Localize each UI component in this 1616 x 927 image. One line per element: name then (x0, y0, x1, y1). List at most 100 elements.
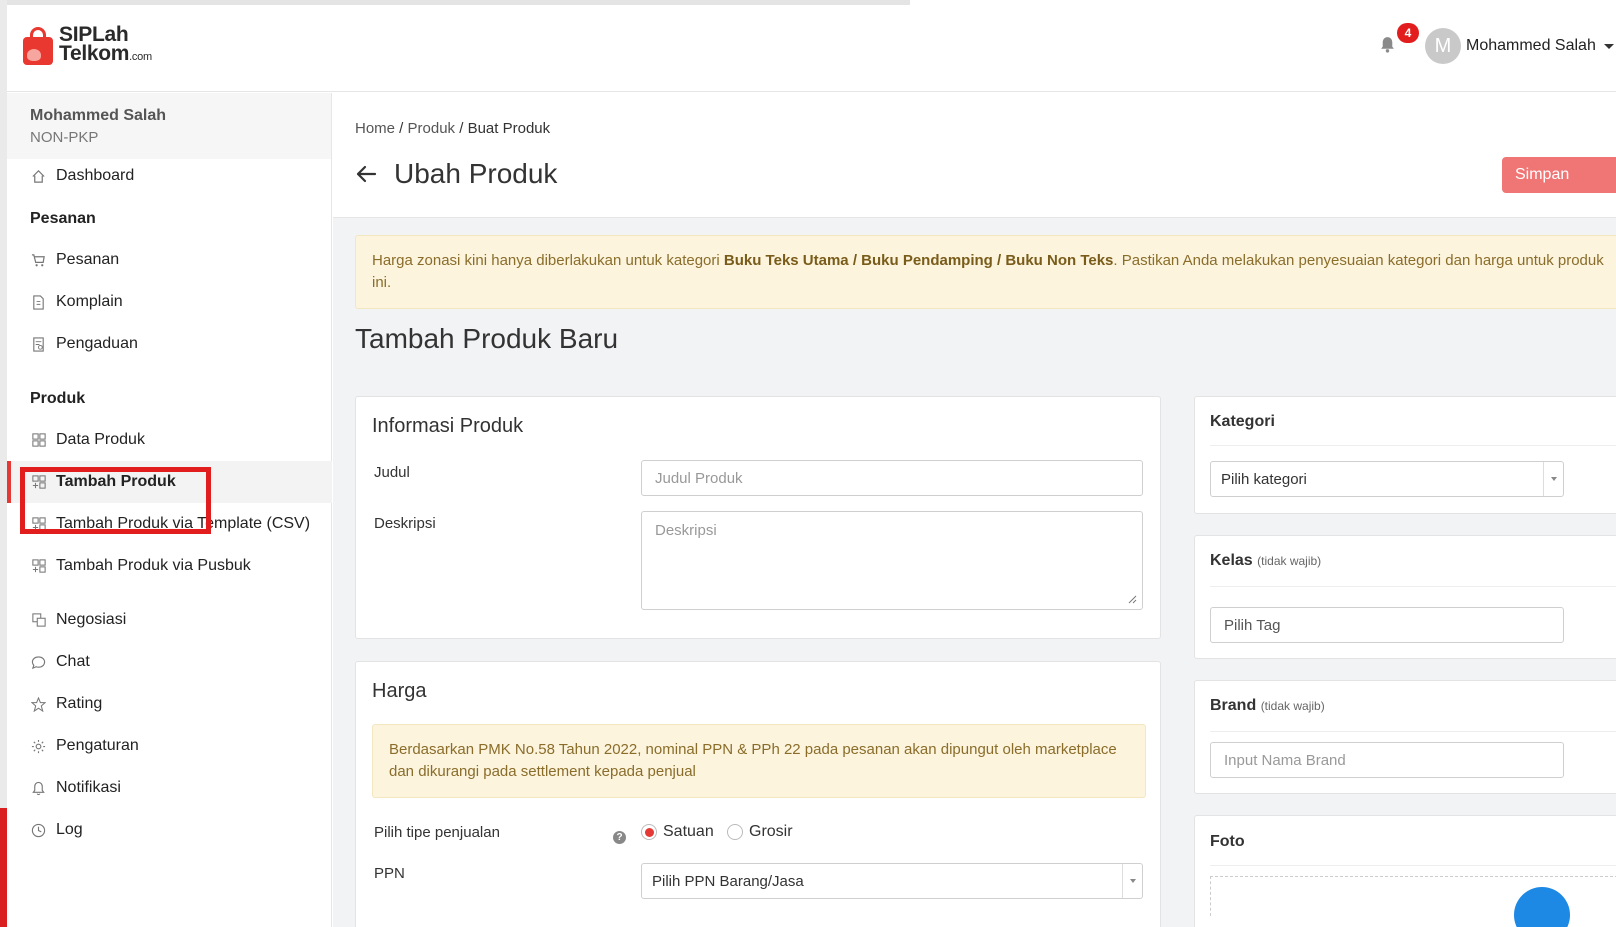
kategori-card: Kategori Pilih kategori (1194, 396, 1616, 514)
avatar[interactable]: M (1425, 28, 1461, 64)
sidebar-item-komplain[interactable]: Komplain (7, 281, 332, 323)
sidebar-item-rating[interactable]: Rating (7, 683, 332, 725)
sidebar-item-label: Chat (56, 653, 90, 670)
page-header: Home / Produk / Buat Produk Ubah Produk … (333, 93, 1616, 218)
sidebar-item-notifikasi[interactable]: Notifikasi (7, 767, 332, 809)
kategori-title: Kategori (1210, 413, 1275, 430)
sidebar-item-label: Dashboard (56, 167, 135, 184)
sidebar-user-name: Mohammed Salah (30, 107, 167, 124)
radio-label: Satuan (663, 823, 714, 840)
logo-text: SIPLah Telkom.com (59, 23, 152, 65)
clock-icon (30, 822, 47, 839)
kategori-select[interactable]: Pilih kategori (1210, 461, 1564, 497)
ppn-select-value: Pilih PPN Barang/Jasa (652, 872, 804, 890)
deskripsi-placeholder: Deskripsi (655, 522, 717, 539)
breadcrumb-current: Buat Produk (467, 120, 551, 137)
sidebar-section-pesanan: Pesanan (30, 210, 96, 227)
breadcrumb-separator: / (455, 120, 468, 137)
sidebar-item-label: Log (56, 821, 83, 838)
judul-input[interactable]: Judul Produk (641, 460, 1143, 496)
radio-dot-selected (641, 824, 657, 840)
chevron-down-icon (1543, 462, 1563, 496)
sidebar-item-label: Data Produk (56, 431, 145, 448)
shopping-bag-logo-icon (21, 25, 55, 67)
sidebar-item-label: Pengaturan (56, 737, 139, 754)
brand-title: Brand (tidak wajib) (1210, 697, 1325, 714)
brand-card: Brand (tidak wajib) Input Nama Brand (1194, 680, 1616, 794)
ppn-label: PPN (374, 865, 405, 882)
breadcrumb-produk-link[interactable]: Produk (408, 120, 456, 137)
sidebar-item-dashboard[interactable]: Dashboard (7, 155, 332, 197)
help-icon[interactable]: ? (613, 831, 626, 844)
divider (1210, 445, 1616, 446)
breadcrumb-home-link[interactable]: Home (355, 120, 395, 137)
sidebar-item-label: Pengaduan (56, 335, 138, 352)
sidebar-item-pengaturan[interactable]: Pengaturan (7, 725, 332, 767)
copy-icon (30, 612, 47, 629)
optional-note: (tidak wajib) (1257, 554, 1322, 568)
bell-icon (1381, 37, 1394, 53)
radio-satuan[interactable]: Satuan (641, 823, 714, 841)
kelas-card: Kelas (tidak wajib) Pilih Tag (1194, 535, 1616, 659)
alert-bold-text: Buku Teks Utama / Buku Pendamping / Buku… (723, 252, 1114, 269)
report-icon (30, 336, 47, 353)
ppn-select[interactable]: Pilih PPN Barang/Jasa (641, 863, 1143, 899)
sidebar-item-pengaduan[interactable]: Pengaduan (7, 323, 332, 365)
deskripsi-label: Deskripsi (374, 515, 436, 532)
siplah-logo[interactable]: SIPLah Telkom.com (21, 23, 152, 67)
breadcrumb-separator: / (395, 120, 408, 137)
chevron-down-icon (1122, 864, 1142, 898)
informasi-produk-card: Informasi Produk Judul Judul Produk Desk… (355, 396, 1161, 639)
cart-icon (30, 252, 47, 269)
sidebar-item-chat[interactable]: Chat (7, 641, 332, 683)
radio-grosir[interactable]: Grosir (727, 823, 793, 841)
document-icon (30, 294, 47, 311)
card-title: Harga (372, 680, 427, 702)
judul-label: Judul (374, 464, 410, 481)
divider (1210, 865, 1616, 866)
notification-count-badge: 4 (1397, 23, 1419, 43)
page-title: Ubah Produk (394, 158, 558, 189)
home-icon (30, 168, 47, 185)
alert-text: Harga zonasi kini hanya diberlakukan unt… (372, 252, 724, 269)
sidebar-item-pesanan[interactable]: Pesanan (7, 239, 332, 281)
deskripsi-textarea[interactable]: Deskripsi (641, 511, 1143, 610)
sidebar-user-card: Mohammed Salah NON-PKP (7, 93, 331, 159)
form-title: Tambah Produk Baru (355, 323, 619, 354)
optional-note: (tidak wajib) (1260, 699, 1325, 713)
top-header: SIPLah Telkom.com (7, 5, 1616, 92)
resize-handle-icon[interactable] (1127, 594, 1137, 604)
pajak-note: Berdasarkan PMK No.58 Tahun 2022, nomina… (372, 724, 1146, 798)
kelas-tag-input[interactable]: Pilih Tag (1210, 607, 1564, 643)
bell-icon (30, 780, 47, 797)
main-content: Home / Produk / Buat Produk Ubah Produk … (333, 93, 1616, 927)
sidebar-item-tambah-produk-pusbuk[interactable]: Tambah Produk via Pusbuk (7, 545, 332, 587)
sidebar-user-status: NON-PKP (30, 129, 99, 146)
sidebar-item-label: Notifikasi (56, 779, 121, 796)
foto-title: Foto (1210, 833, 1245, 850)
save-button[interactable]: Simpan (1502, 157, 1616, 193)
brand-input[interactable]: Input Nama Brand (1210, 742, 1564, 778)
sidebar-item-data-produk[interactable]: Data Produk (7, 419, 332, 461)
card-title: Informasi Produk (372, 415, 524, 437)
sidebar-section-produk: Produk (30, 390, 86, 407)
tipe-penjualan-label: Pilih tipe penjualan (374, 824, 500, 841)
chat-bubble-icon (30, 654, 47, 671)
divider (1210, 586, 1616, 587)
gear-icon (30, 738, 47, 755)
sidebar-item-log[interactable]: Log (7, 809, 332, 851)
kategori-select-value: Pilih kategori (1221, 470, 1307, 488)
zonasi-alert: Harga zonasi kini hanya diberlakukan unt… (355, 235, 1616, 309)
sidebar-item-label: Pesanan (56, 251, 120, 268)
sidebar-item-label: Tambah Produk via Pusbuk (56, 557, 251, 574)
sidebar-item-negosiasi[interactable]: Negosiasi (7, 599, 332, 641)
star-icon (30, 696, 47, 713)
harga-card: Harga Berdasarkan PMK No.58 Tahun 2022, … (355, 661, 1161, 927)
chevron-down-icon[interactable] (1604, 44, 1614, 49)
sidebar-item-label: Rating (56, 695, 103, 712)
grid-icon (30, 432, 47, 449)
sidebar-item-label: Negosiasi (56, 611, 127, 628)
left-edge-strip (0, 0, 7, 927)
arrow-left-icon[interactable] (355, 163, 377, 185)
header-user-name[interactable]: Mohammed Salah (1466, 37, 1596, 55)
